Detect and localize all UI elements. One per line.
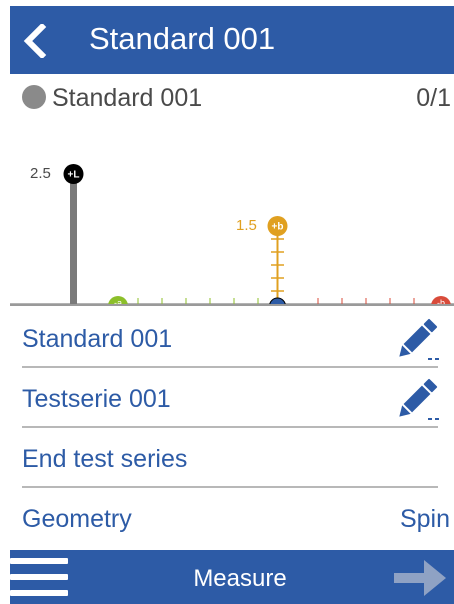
marker-L-label: +L [68,170,80,181]
standard-row: Standard 001 0/1 [10,74,454,120]
header-bar: Standard 001 [10,6,454,74]
arrow-right-icon[interactable] [390,558,450,598]
hamburger-menu-icon[interactable] [10,556,70,602]
standard-color-dot [22,85,46,109]
footer-bar: Measure [10,550,454,604]
measure-button[interactable]: Measure [140,564,340,594]
menu-item-end-test-series[interactable]: End test series [10,428,454,488]
standard-name: Standard 001 [52,84,203,112]
chart-divider [10,304,454,306]
menu-item-test-series[interactable]: Testserie 001 [10,368,454,428]
page-title: Standard 001 [89,21,276,56]
menu-item-label: End test series [22,445,188,473]
chevron-left-icon[interactable] [20,24,50,58]
menu-item-geometry[interactable]: Geometry Spin [10,488,454,548]
app-screen: Standard 001 Standard 001 0/1 +L +b -a -… [10,6,454,604]
pencil-icon[interactable] [394,376,440,422]
marker-b-label: +b [272,222,284,233]
geometry-value: Spin [399,505,450,533]
value-label-b: 1.5 [236,217,257,234]
color-difference-chart: +L +b -a +a -b 2.5 1.5 [10,120,454,306]
menu-item-standard[interactable]: Standard 001 [10,308,454,368]
menu-item-label: Geometry [22,505,132,533]
value-label-L: 2.5 [30,165,51,182]
menu-item-label: Standard 001 [22,325,173,353]
pencil-icon[interactable] [394,316,440,362]
bar-L [70,174,77,304]
measurement-count: 0/1 [416,84,451,112]
menu-item-label: Testserie 001 [22,385,171,413]
